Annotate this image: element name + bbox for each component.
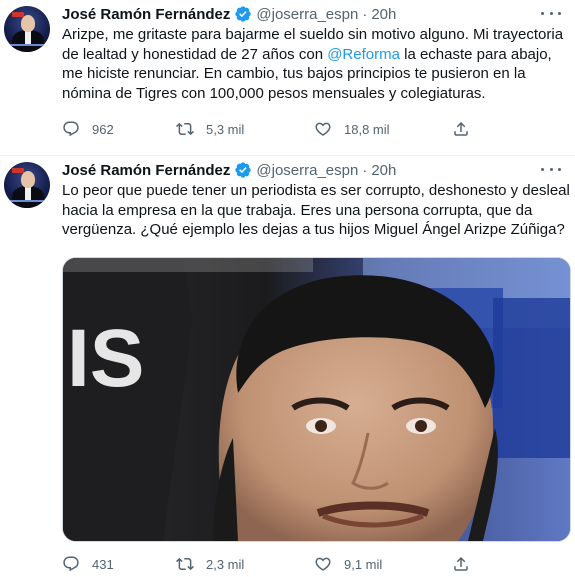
retweet-icon [176, 557, 194, 571]
retweet-count: 5,3 mil [206, 121, 245, 137]
verified-badge-icon [234, 161, 252, 179]
like-count: 18,8 mil [344, 121, 390, 137]
retweet-button[interactable]: 2,3 mil [176, 555, 314, 573]
separator-dot: · [362, 161, 368, 179]
separator-dot: · [362, 5, 368, 23]
tweet-header: José Ramón Fernández @joserra_espn · 20h [62, 4, 396, 24]
tweet-1[interactable]: José Ramón Fernández @joserra_espn · 20h… [0, 0, 575, 156]
reply-button[interactable]: 962 [62, 120, 176, 138]
reply-icon [63, 556, 79, 572]
avatar[interactable] [4, 162, 50, 208]
tweet-text: Arizpe, me gritaste para bajarme el suel… [62, 26, 564, 102]
reply-count: 431 [92, 556, 114, 572]
like-icon [315, 122, 331, 136]
photo-image: IS [63, 258, 570, 541]
share-button[interactable] [452, 120, 470, 138]
avatar[interactable] [4, 6, 50, 52]
more-icon[interactable] [541, 7, 561, 19]
tweet-photo[interactable]: IS [62, 257, 571, 542]
like-icon [315, 557, 331, 571]
like-button[interactable]: 9,1 mil [314, 555, 452, 573]
retweet-icon [176, 122, 194, 136]
like-button[interactable]: 18,8 mil [314, 120, 452, 138]
reply-icon [63, 121, 79, 137]
timestamp[interactable]: 20h [371, 162, 396, 179]
timestamp[interactable]: 20h [371, 6, 396, 23]
reply-count: 962 [92, 121, 114, 137]
retweet-button[interactable]: 5,3 mil [176, 120, 314, 138]
author-name[interactable]: José Ramón Fernández [62, 162, 230, 179]
tweet-header: José Ramón Fernández @joserra_espn · 20h [62, 160, 396, 180]
action-bar: 431 2,3 mil 9,1 mil [62, 554, 542, 574]
more-icon[interactable] [541, 163, 561, 175]
share-icon [454, 121, 468, 136]
reply-button[interactable]: 431 [62, 555, 176, 573]
like-count: 9,1 mil [344, 556, 383, 572]
photo-shirt-text: IS [67, 313, 144, 404]
verified-badge-icon [234, 5, 252, 23]
author-name[interactable]: José Ramón Fernández [62, 6, 230, 23]
share-button[interactable] [452, 555, 470, 573]
action-bar: 962 5,3 mil 18,8 mil [62, 119, 542, 139]
retweet-count: 2,3 mil [206, 556, 245, 572]
author-handle[interactable]: @joserra_espn [256, 162, 358, 179]
tweet-2[interactable]: José Ramón Fernández @joserra_espn · 20h… [0, 156, 575, 577]
mention-link[interactable]: @Reforma [327, 46, 400, 63]
tweet-text: Lo peor que puede tener un periodista es… [62, 182, 570, 238]
share-icon [454, 556, 468, 571]
author-handle[interactable]: @joserra_espn [256, 6, 358, 23]
